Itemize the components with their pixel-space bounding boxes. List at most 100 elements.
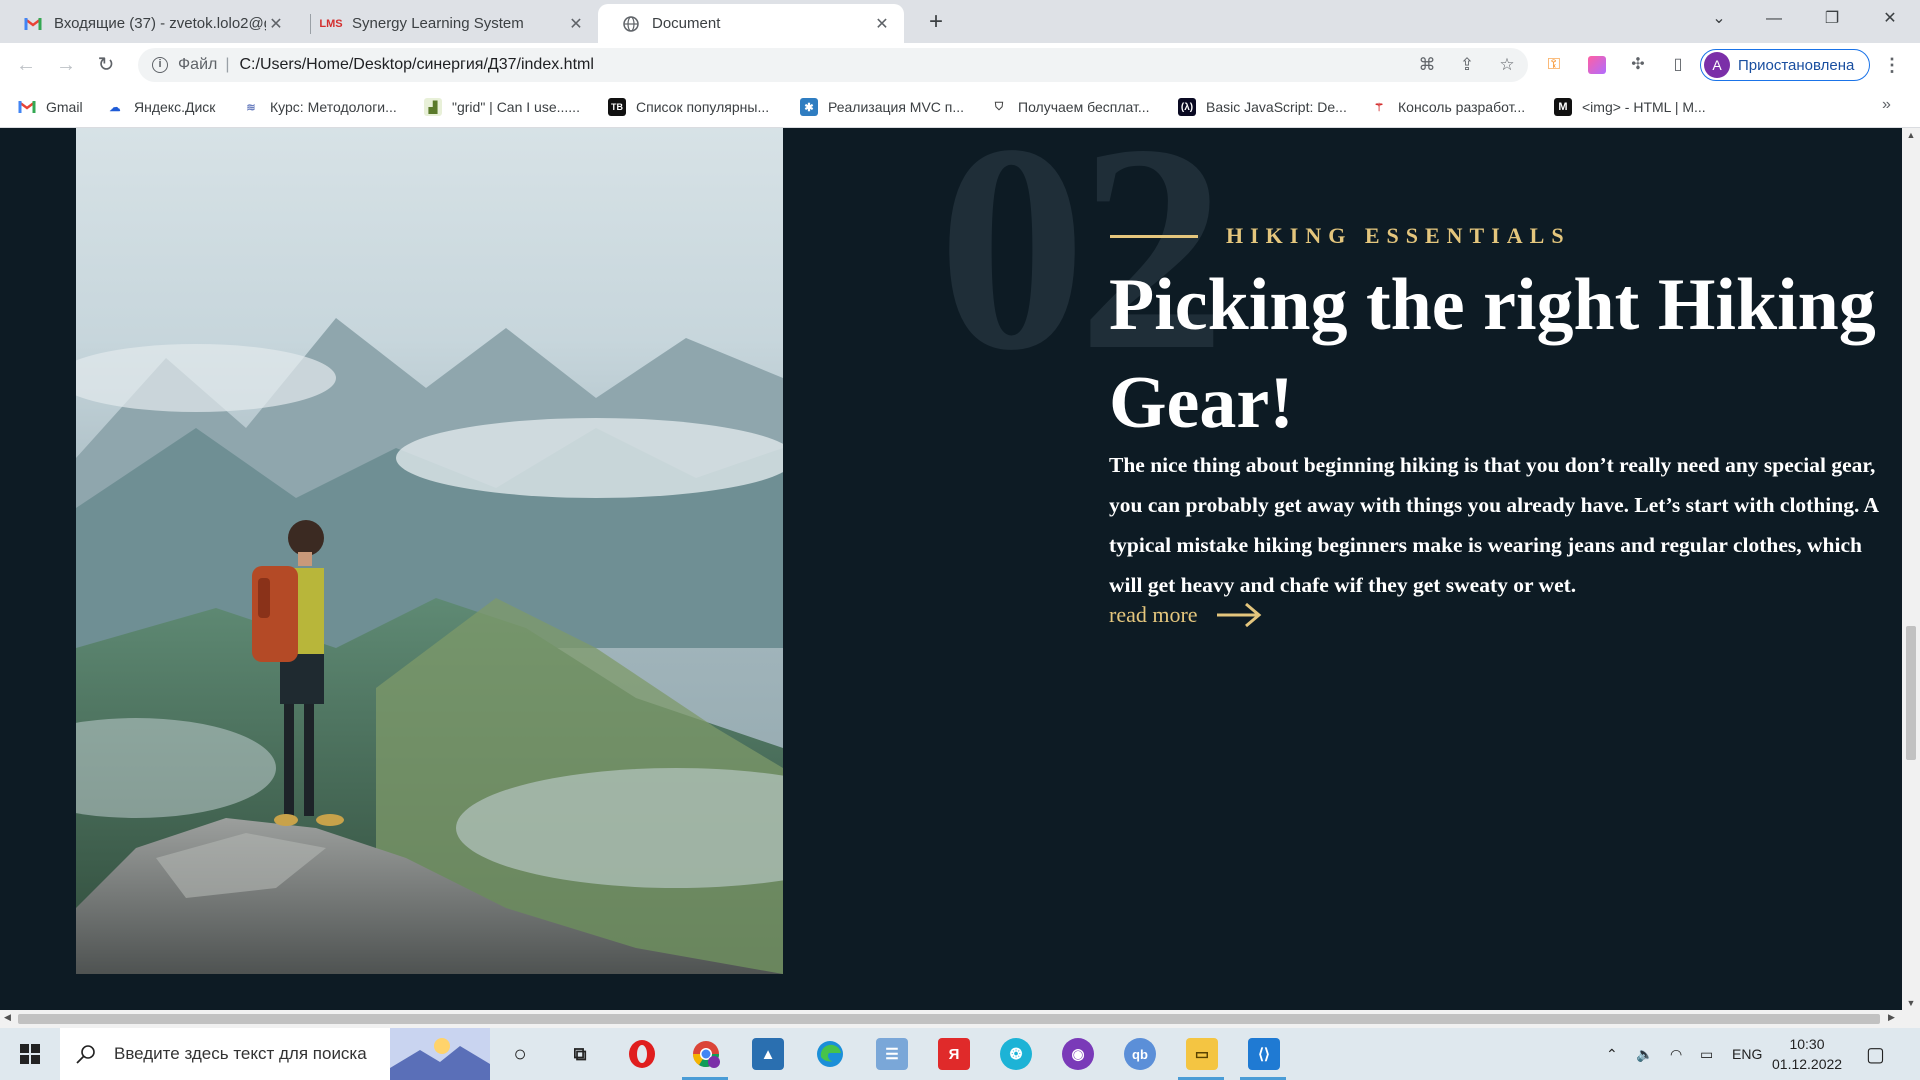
qbittorrent-icon[interactable]: qb [1124,1038,1156,1070]
share-icon[interactable]: ⇪ [1455,53,1479,77]
tab-title: Document [652,15,721,32]
scroll-thumb[interactable] [1906,626,1916,760]
back-button[interactable]: ← [10,49,42,81]
bookmark-label: Яндекс.Диск [134,99,216,115]
close-tab-icon[interactable]: ✕ [266,14,286,34]
reload-button[interactable]: ↻ [90,49,122,81]
read-more-link[interactable]: read more [1109,602,1262,628]
chrome-icon[interactable] [690,1038,722,1070]
section-paragraph: The nice thing about beginning hiking is… [1109,453,1878,597]
forward-button[interactable]: → [50,49,82,81]
caniuse-icon: ▟ [424,98,442,116]
minimize-button[interactable]: — [1750,0,1798,40]
bookmark-item[interactable]: ✱ Реализация MVC п... [800,96,964,118]
bookmark-label: Список популярны... [636,99,770,115]
translate-icon[interactable]: ⌘ [1415,53,1439,77]
extension-key-icon[interactable]: ⚿ [1542,53,1566,77]
photos-icon[interactable]: ▲ [752,1038,784,1070]
close-window-button[interactable]: ✕ [1866,0,1914,40]
shield-icon: ⛉ [994,100,1004,113]
bookmark-label: Gmail [46,99,83,115]
taskbar-search[interactable]: Введите здесь текст для поиска [60,1028,490,1080]
hiker-photo [76,128,783,974]
bookmark-item[interactable]: TB Список популярны... [608,96,769,118]
bookmark-star-icon[interactable]: ☆ [1495,53,1519,77]
site-info-icon[interactable]: i [152,57,168,73]
more-bookmarks-icon[interactable]: » [1882,96,1891,114]
globe-icon [622,15,640,33]
search-placeholder: Введите здесь текст для поиска [114,1044,367,1063]
horizontal-scrollbar[interactable]: ◀ ▶ [0,1010,1920,1028]
system-clock[interactable]: 10:30 01.12.2022 [1772,1034,1842,1074]
scroll-left-icon[interactable]: ◀ [4,1012,11,1023]
scroll-thumb[interactable] [18,1014,1880,1024]
console-icon: ⚚ [1374,101,1384,114]
wifi-icon[interactable]: ◠ [1670,1028,1682,1080]
start-button[interactable] [0,1028,60,1080]
accent-line [1110,234,1198,238]
divider: | [225,56,230,73]
clock-date: 01.12.2022 [1772,1056,1843,1072]
scroll-down-icon[interactable]: ▼ [1902,998,1920,1008]
side-panel-icon[interactable]: ▯ [1666,53,1690,77]
yandex-browser-icon[interactable]: Я [938,1038,970,1070]
tb-icon: TB [608,98,626,116]
close-tab-icon[interactable]: ✕ [872,14,892,34]
file-explorer-icon[interactable]: ▭ [1186,1038,1218,1070]
vertical-scrollbar[interactable]: ▲ ▼ [1902,128,1920,1010]
restore-button[interactable]: ❐ [1808,0,1856,40]
tab-strip: Входящие (37) - zvetok.lolo2@g ✕ LMS Syn… [0,0,1920,43]
scheme-label: Файл [178,56,218,73]
edge-icon[interactable] [814,1038,846,1070]
bookmark-item[interactable]: ⚚ Консоль разработ... [1370,96,1525,118]
bookmarks-bar: Gmail ☁ Яндекс.Диск ≋ Курс: Методологи..… [0,86,1920,128]
tab-search-icon[interactable]: ⌄ [1695,0,1743,40]
scroll-up-icon[interactable]: ▲ [1902,130,1920,140]
close-tab-icon[interactable]: ✕ [566,14,586,34]
app-round-icon[interactable]: ❂ [1000,1038,1032,1070]
extensions-puzzle-icon[interactable]: ✣ [1626,53,1650,77]
tab-document[interactable]: Document ✕ [598,4,904,43]
opera-icon[interactable] [626,1038,658,1070]
bookmark-item[interactable]: (λ) Basic JavaScript: De... [1178,96,1347,118]
extension-gradient-icon[interactable] [1585,53,1609,77]
address-bar[interactable]: i Файл | C:/Users/Home/Desktop/синергия/… [138,48,1528,82]
url-text: C:/Users/Home/Desktop/синергия/Д37/index… [239,56,594,73]
task-view-icon[interactable]: ⧉ [564,1038,596,1070]
bookmark-item[interactable]: ▟ "grid" | Can I use...... [424,96,580,118]
notepad-icon[interactable]: ☰ [876,1038,908,1070]
tab-gmail[interactable]: Входящие (37) - zvetok.lolo2@g ✕ [0,4,298,43]
scroll-right-icon[interactable]: ▶ [1888,1012,1895,1023]
avatar: A [1704,52,1730,78]
browser-toolbar: ← → ↻ i Файл | C:/Users/Home/Desktop/син… [0,43,1920,86]
volume-icon[interactable]: 🔈 [1636,1028,1653,1080]
vscode-icon[interactable]: ⟨⟩ [1248,1038,1280,1070]
cortana-icon[interactable]: ○ [504,1038,536,1070]
mdn-icon: M [1554,98,1572,116]
windows-logo-icon [20,1044,40,1064]
synergy-icon: LMS [319,17,343,30]
profile-button[interactable]: A Приостановлена [1700,49,1870,81]
new-tab-button[interactable]: + [922,8,950,36]
bookmark-item[interactable]: Gmail [18,96,83,118]
notifications-icon[interactable]: ▢ [1866,1028,1885,1080]
battery-icon[interactable]: ▭ [1700,1028,1713,1080]
bookmark-item[interactable]: ≋ Курс: Методологи... [242,96,396,118]
bookmark-label: "grid" | Can I use...... [452,99,580,115]
menu-kebab-icon[interactable]: ⋮ [1880,53,1904,77]
tab-synergy[interactable]: LMS Synergy Learning System ✕ [298,4,598,43]
bookmark-label: Реализация MVC п... [828,99,965,115]
yandex-disk-icon: ☁ [109,101,121,114]
language-indicator[interactable]: ENG [1732,1028,1762,1080]
bookmark-label: <img> - HTML | M... [1582,99,1706,115]
course-icon: ≋ [246,101,256,114]
bookmark-item[interactable]: ⛉ Получаем бесплат... [990,96,1150,118]
bookmark-item[interactable]: ☁ Яндекс.Диск [106,96,216,118]
mvc-icon: ✱ [800,98,818,116]
tray-overflow-icon[interactable]: ⌃ [1606,1028,1618,1080]
gmail-icon [18,98,36,116]
screen: Входящие (37) - zvetok.lolo2@g ✕ LMS Syn… [0,0,1920,1080]
github-desktop-icon[interactable]: ◉ [1062,1038,1094,1070]
bookmark-item[interactable]: M <img> - HTML | M... [1554,96,1706,118]
freecodecamp-icon: (λ) [1178,98,1196,116]
